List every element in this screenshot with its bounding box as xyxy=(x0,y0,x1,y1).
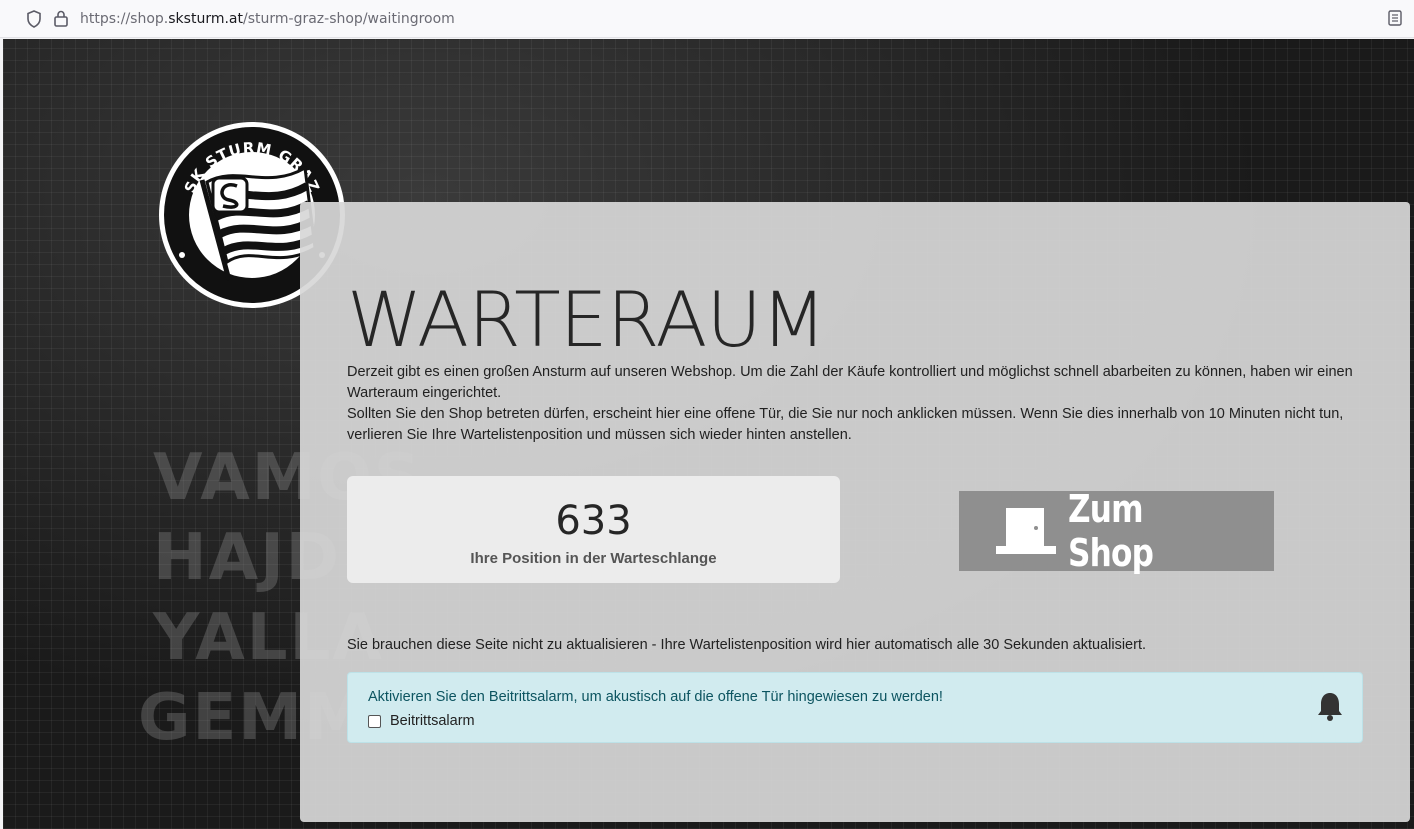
waiting-room-card: WARTERAUM Derzeit gibt es einen großen A… xyxy=(300,202,1410,822)
intro-paragraph-2: Sollten Sie den Shop betreten dürfen, er… xyxy=(347,406,1344,443)
page-title: WARTERAUM xyxy=(347,275,827,364)
queue-position-label: Ihre Position in der Warteschlange xyxy=(470,550,717,567)
intro-paragraph-1: Derzeit gibt es einen großen Ansturm auf… xyxy=(347,364,1353,401)
bell-icon xyxy=(1318,693,1342,721)
reader-view-icon[interactable] xyxy=(1388,10,1402,26)
shield-icon[interactable] xyxy=(26,10,42,28)
alarm-checkbox-row[interactable]: Beitrittsalarm xyxy=(368,713,475,729)
url-domain: sksturm.at xyxy=(168,11,243,27)
alarm-checkbox-label[interactable]: Beitrittsalarm xyxy=(390,713,475,729)
lock-icon[interactable] xyxy=(53,9,69,27)
alarm-message: Aktivieren Sie den Beitrittsalarm, um ak… xyxy=(368,689,943,705)
door-icon xyxy=(995,508,1056,554)
alarm-checkbox[interactable] xyxy=(368,714,381,728)
intro-text: Derzeit gibt es einen großen Ansturm auf… xyxy=(347,362,1367,446)
alarm-alert: Aktivieren Sie den Beitrittsalarm, um ak… xyxy=(347,672,1363,743)
zum-shop-button[interactable]: Zum Shop xyxy=(959,487,1274,575)
url-prefix: https://shop. xyxy=(80,11,169,27)
queue-position-number: 633 xyxy=(555,498,632,544)
url-path: /sturm-graz-shop/waitingroom xyxy=(243,11,455,27)
browser-url-bar: https://shop.sksturm.at/sturm-graz-shop/… xyxy=(0,0,1414,38)
url-field[interactable]: https://shop.sksturm.at/sturm-graz-shop/… xyxy=(80,11,455,27)
zum-shop-label: Zum Shop xyxy=(1067,487,1154,575)
queue-position-box: 633 Ihre Position in der Warteschlange xyxy=(347,476,840,583)
auto-refresh-info: Sie brauchen diese Seite nicht zu aktual… xyxy=(347,637,1147,653)
